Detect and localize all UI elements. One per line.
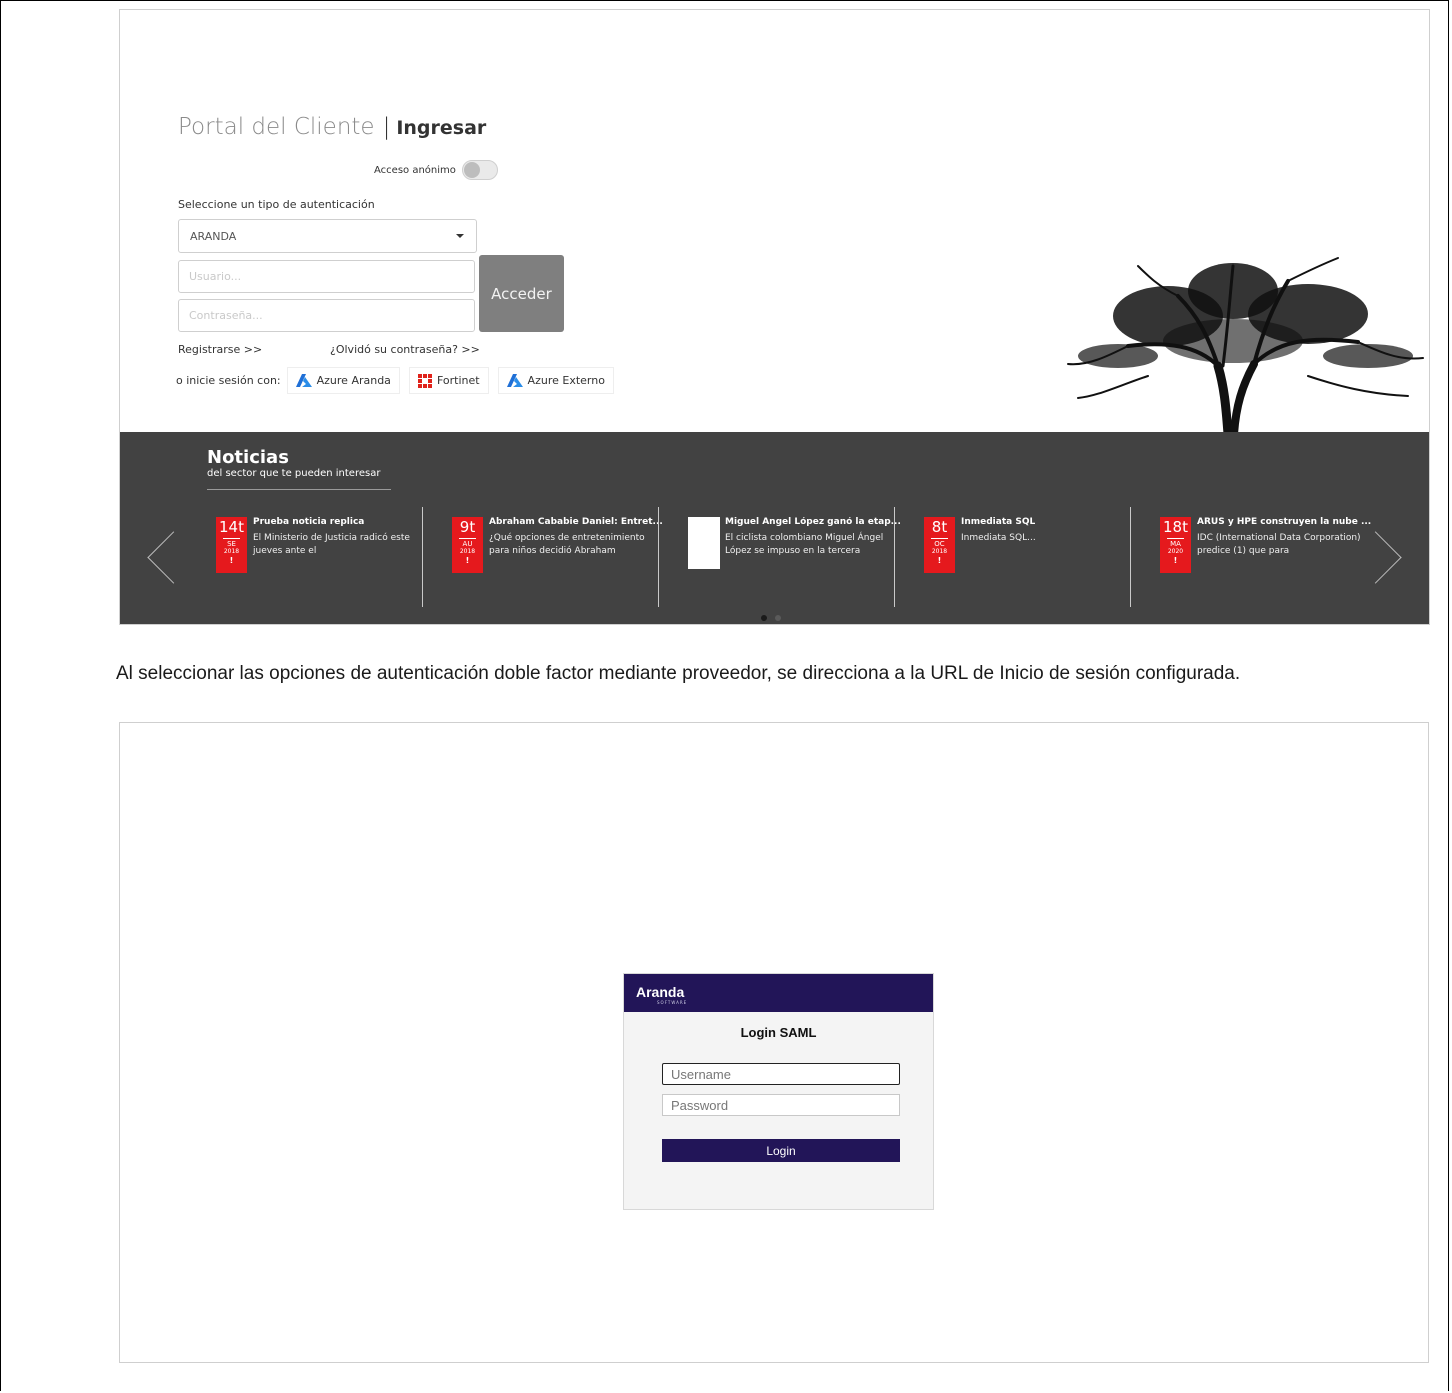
- date-month: MA: [1167, 538, 1184, 548]
- news-body: Inmediata SQL...: [961, 533, 1036, 543]
- date-day: 18t: [1163, 518, 1188, 536]
- alert-mark: !: [229, 556, 234, 565]
- saml-header: Aranda SOFTWARE: [624, 974, 933, 1012]
- news-thumbnail: [688, 517, 720, 569]
- portal-screenshot: Portal del Cliente | Ingresar Acceso anóni…: [119, 9, 1430, 625]
- alert-mark: !: [1173, 556, 1178, 565]
- carousel-dot-active[interactable]: [761, 615, 767, 621]
- register-link[interactable]: Registrarse >>: [178, 343, 262, 356]
- date-badge: 9t AU 2018 !: [452, 517, 483, 573]
- aranda-logo: Aranda: [636, 984, 685, 1000]
- sso-button-azure-aranda[interactable]: Azure Aranda: [286, 367, 400, 394]
- auth-type-value: ARANDA: [190, 229, 237, 243]
- aranda-logo-sub: SOFTWARE: [657, 1000, 688, 1005]
- saml-login-button[interactable]: Login: [662, 1139, 900, 1162]
- toggle-knob: [463, 162, 480, 178]
- saml-screenshot: Aranda SOFTWARE Login SAML Username Pass…: [119, 722, 1429, 1363]
- news-headline: Abraham Cababie Daniel: Entret...: [489, 517, 663, 527]
- news-headline: Prueba noticia replica: [253, 517, 365, 527]
- news-title: Noticias: [207, 447, 289, 468]
- date-day: 14t: [219, 518, 244, 536]
- auth-type-label: Seleccione un tipo de autenticación: [178, 198, 375, 211]
- anonymous-access-toggle[interactable]: [461, 160, 498, 180]
- date-year: 2018: [223, 548, 240, 555]
- page-title: Portal del Cliente | Ingresar: [178, 114, 486, 140]
- date-badge: 14t SE 2018 !: [216, 517, 247, 573]
- news-divider: [1130, 507, 1131, 607]
- username-input[interactable]: Usuario...: [178, 260, 475, 293]
- date-month: SE: [223, 538, 240, 548]
- fortinet-icon: [417, 373, 432, 388]
- saml-username-input[interactable]: Username: [662, 1063, 900, 1085]
- news-divider: [658, 507, 659, 607]
- auth-type-select[interactable]: ARANDA: [178, 219, 477, 253]
- news-subtitle: del sector que te pueden interesar: [207, 468, 381, 479]
- date-year: 2018: [931, 548, 948, 555]
- news-underline: [207, 489, 391, 490]
- date-month: AU: [459, 538, 476, 548]
- sso-button-fortinet[interactable]: Fortinet: [408, 367, 489, 394]
- news-body: ¿Qué opciones de entretenimiento para ni…: [489, 533, 645, 556]
- sso-prefix: o inicie sesión con:: [176, 374, 281, 387]
- azure-icon: [295, 373, 312, 387]
- sso-row: o inicie sesión con: Azure Aranda Fortin…: [176, 367, 614, 394]
- password-input[interactable]: Contraseña...: [178, 299, 475, 332]
- alert-mark: !: [937, 556, 942, 565]
- date-year: 2018: [459, 548, 476, 555]
- saml-login-card: Aranda SOFTWARE Login SAML Username Pass…: [623, 973, 934, 1210]
- news-body: IDC (International Data Corporation) pre…: [1197, 533, 1361, 556]
- forgot-password-link[interactable]: ¿Olvidó su contraseña? >>: [330, 343, 480, 356]
- sso-button-label: Azure Externo: [527, 374, 605, 387]
- acceder-button[interactable]: Acceder: [479, 255, 564, 332]
- portal-title-text: Portal del Cliente: [178, 114, 375, 140]
- date-badge: 18t MA 2020 !: [1160, 517, 1191, 573]
- anonymous-access: Acceso anónimo: [374, 160, 498, 180]
- date-day: 8t: [931, 518, 948, 536]
- carousel-prev-arrow-icon[interactable]: [147, 531, 200, 584]
- news-body: El Ministerio de Justicia radicó este ju…: [253, 533, 410, 556]
- date-year: 2020: [1167, 548, 1184, 555]
- carousel-dots: [761, 615, 781, 621]
- alert-mark: !: [465, 556, 470, 565]
- news-headline: Inmediata SQL: [961, 517, 1036, 527]
- title-separator: |: [382, 114, 391, 140]
- carousel-dot[interactable]: [775, 615, 781, 621]
- sso-button-label: Fortinet: [436, 374, 480, 387]
- date-day: 9t: [459, 518, 476, 536]
- news-item[interactable]: 14t SE 2018 ! Prueba noticia replica El …: [216, 517, 426, 587]
- tree-illustration: [1067, 257, 1424, 434]
- news-section: Noticias del sector que te pueden intere…: [120, 432, 1429, 624]
- anonymous-access-label: Acceso anónimo: [374, 164, 456, 176]
- ingresar-label: Ingresar: [396, 117, 487, 139]
- sso-button-label: Azure Aranda: [316, 374, 391, 387]
- description-paragraph: Al seleccionar las opciones de autentica…: [116, 663, 1241, 684]
- news-divider: [422, 507, 423, 607]
- news-headline: ARUS y HPE construyen la nube ...: [1197, 517, 1372, 527]
- news-divider: [894, 507, 895, 607]
- saml-title: Login SAML: [740, 1025, 817, 1040]
- news-item[interactable]: 8t OC 2018 ! Inmediata SQL Inmediata SQL…: [924, 517, 1134, 587]
- news-item[interactable]: 9t AU 2018 ! Abraham Cababie Daniel: Ent…: [452, 517, 663, 587]
- news-item[interactable]: Miguel Ángel López ganó la etap... El ci…: [688, 517, 901, 587]
- news-item[interactable]: 18t MA 2020 ! ARUS y HPE construyen la n…: [1160, 517, 1372, 587]
- azure-icon: [506, 373, 523, 387]
- date-badge: 8t OC 2018 !: [924, 517, 955, 573]
- date-month: OC: [931, 538, 948, 548]
- news-body: El ciclista colombiano Miguel Ángel Lópe…: [725, 533, 884, 556]
- news-headline: Miguel Ángel López ganó la etap...: [725, 517, 901, 527]
- chevron-down-icon: [456, 234, 464, 238]
- sso-button-azure-externo[interactable]: Azure Externo: [497, 367, 614, 394]
- saml-password-input[interactable]: Password: [662, 1094, 900, 1116]
